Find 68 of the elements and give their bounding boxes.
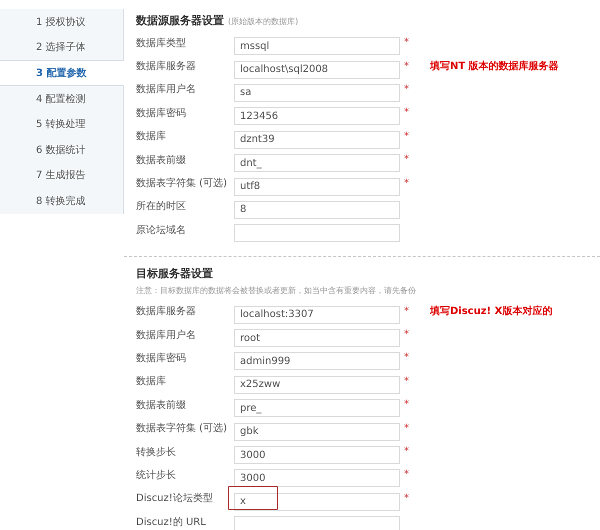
required-mark: * [403, 84, 410, 95]
field-label: 所在的时区 [136, 200, 187, 214]
input-field[interactable] [234, 224, 400, 242]
input-field[interactable]: 3000 [234, 469, 400, 488]
field-label: 数据库用户名 [136, 82, 197, 96]
field-label: 数据库服务器 [136, 60, 197, 74]
required-mark: * [403, 178, 410, 189]
input-field[interactable]: sa [234, 84, 400, 102]
step-item[interactable]: 3 配置参数 [0, 60, 124, 86]
required-mark: * [403, 492, 410, 504]
step-item[interactable]: 2 选择子体 [0, 34, 124, 60]
field-label: 数据库服务器 [136, 304, 197, 318]
input-field[interactable]: admin999 [234, 352, 400, 370]
step-item[interactable]: 6 数据统计 [0, 136, 124, 163]
step-item[interactable]: 7 生成报告 [0, 162, 124, 188]
field-label: 数据表字符集 (可选) [136, 176, 228, 190]
field-label: 数据库用户名 [136, 328, 197, 342]
input-field[interactable]: root [234, 329, 400, 348]
field-label: 数据表前缀 [136, 398, 187, 412]
section-title: 目标服务器设置 [136, 266, 213, 281]
section-subtitle: (原始版本的数据库) [228, 16, 298, 27]
input-field[interactable]: utf8 [234, 178, 400, 196]
annotation-text: 填写NT 版本的数据库服务器 [430, 59, 560, 74]
field-label: 数据库 [136, 374, 167, 388]
input-field[interactable]: 8 [234, 200, 400, 219]
field-label: 数据库 [136, 130, 167, 144]
warning-note: 注意：目标数据库的数据将会被替换或者更新，如当中含有重要内容，请先备份 [136, 284, 417, 297]
input-field[interactable]: localhost:3307 [234, 306, 400, 324]
required-mark: * [403, 446, 410, 458]
required-mark: * [403, 130, 410, 142]
input-field[interactable]: dznt39 [234, 130, 400, 149]
field-label: 数据表前缀 [136, 154, 187, 167]
input-field[interactable] [234, 516, 400, 530]
required-mark: * [403, 422, 410, 434]
input-field[interactable]: pre_ [234, 399, 400, 418]
step-item[interactable]: 5 转换处理 [0, 111, 124, 137]
input-field[interactable]: x25zww [234, 376, 400, 394]
input-field[interactable]: x [234, 492, 400, 511]
field-label: 数据库密码 [136, 106, 187, 120]
section-title: 数据源服务器设置 [136, 13, 224, 28]
input-field[interactable]: dnt_ [234, 154, 400, 172]
step-item[interactable]: 8 转换完成 [0, 188, 124, 214]
field-label: Discuz!的 URL [136, 516, 207, 529]
required-mark: * [403, 60, 410, 72]
field-label: Discuz!论坛类型 [136, 492, 214, 506]
required-mark: * [403, 306, 410, 317]
input-field[interactable]: 3000 [234, 446, 400, 464]
annotation-text: 填写Discuz! X版本对应的 [430, 304, 554, 318]
required-mark: * [403, 37, 410, 48]
field-label: 转换步长 [136, 446, 177, 459]
required-mark: * [403, 399, 410, 410]
input-field[interactable]: localhost\sql2008 [234, 60, 400, 79]
field-label: 统计步长 [136, 468, 177, 482]
required-mark: * [403, 469, 410, 480]
field-label: 数据库类型 [136, 36, 187, 50]
input-field[interactable]: mssql [234, 37, 400, 56]
step-item[interactable]: 4 配置检测 [0, 86, 124, 112]
step-item[interactable]: 1 授权协议 [0, 9, 124, 35]
field-label: 数据表字符集 (可选) [136, 422, 228, 436]
required-mark: * [403, 376, 410, 387]
required-mark: * [403, 107, 410, 118]
input-field[interactable]: 123456 [234, 107, 400, 126]
input-field[interactable]: gbk [234, 422, 400, 441]
required-mark: * [403, 352, 410, 364]
required-mark: * [403, 329, 410, 340]
required-mark: * [403, 154, 410, 166]
field-label: 数据库密码 [136, 352, 187, 365]
field-label: 原论坛域名 [136, 224, 187, 237]
